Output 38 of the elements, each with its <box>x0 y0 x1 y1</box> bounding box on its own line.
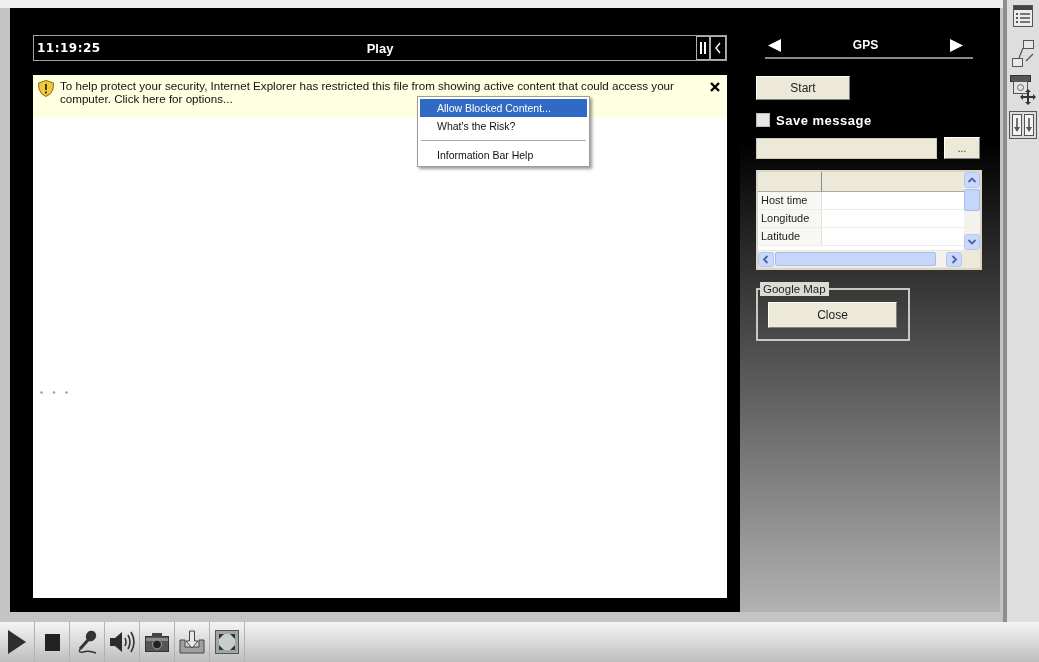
playback-status: Play <box>366 40 394 56</box>
close-icon[interactable] <box>710 82 720 92</box>
play-icon[interactable] <box>8 630 26 654</box>
chevron-left-icon[interactable] <box>710 36 726 60</box>
camera-icon[interactable] <box>145 632 169 652</box>
tray-arrow-icon[interactable] <box>179 630 205 654</box>
left-triangle-icon[interactable] <box>768 38 781 52</box>
save-message-checkbox[interactable] <box>756 113 770 127</box>
close-button[interactable]: Close <box>768 302 897 328</box>
time-display: 11:19:25 <box>36 41 101 55</box>
stop-icon[interactable] <box>44 633 60 651</box>
vertical-scrollbar[interactable] <box>964 172 980 250</box>
panel-title: GPS <box>852 38 879 52</box>
menu-item[interactable]: What's the Risk? <box>420 117 587 135</box>
speaker-icon[interactable] <box>109 631 135 653</box>
dots-icon <box>40 391 68 394</box>
horizontal-scrollbar[interactable] <box>758 251 962 267</box>
browse-button[interactable]: ... <box>944 137 980 159</box>
shield-icon <box>38 80 54 97</box>
table-cell: Latitude <box>758 228 822 245</box>
scroll-thumb[interactable] <box>964 189 980 211</box>
scroll-thumb[interactable] <box>775 252 936 266</box>
table-cell: Longitude <box>758 210 822 227</box>
microphone-icon[interactable] <box>77 630 97 654</box>
fullscreen-icon[interactable] <box>215 630 239 654</box>
linked-windows-icon[interactable] <box>1011 39 1035 69</box>
group-title: Google Map <box>760 282 829 296</box>
right-triangle-icon[interactable] <box>950 38 963 52</box>
menu-item[interactable]: Allow Blocked Content... <box>420 99 587 117</box>
list-icon[interactable] <box>1013 5 1033 27</box>
table-cell: Host time <box>758 192 822 209</box>
monitor-move-icon[interactable] <box>1010 75 1036 105</box>
menu-item[interactable]: Information Bar Help <box>420 146 587 164</box>
start-button[interactable]: Start <box>756 76 850 100</box>
pause-icon[interactable] <box>696 36 710 60</box>
path-field[interactable] <box>756 137 937 159</box>
checkbox-label: Save message <box>776 112 872 128</box>
split-panel-icon[interactable] <box>1009 111 1037 139</box>
